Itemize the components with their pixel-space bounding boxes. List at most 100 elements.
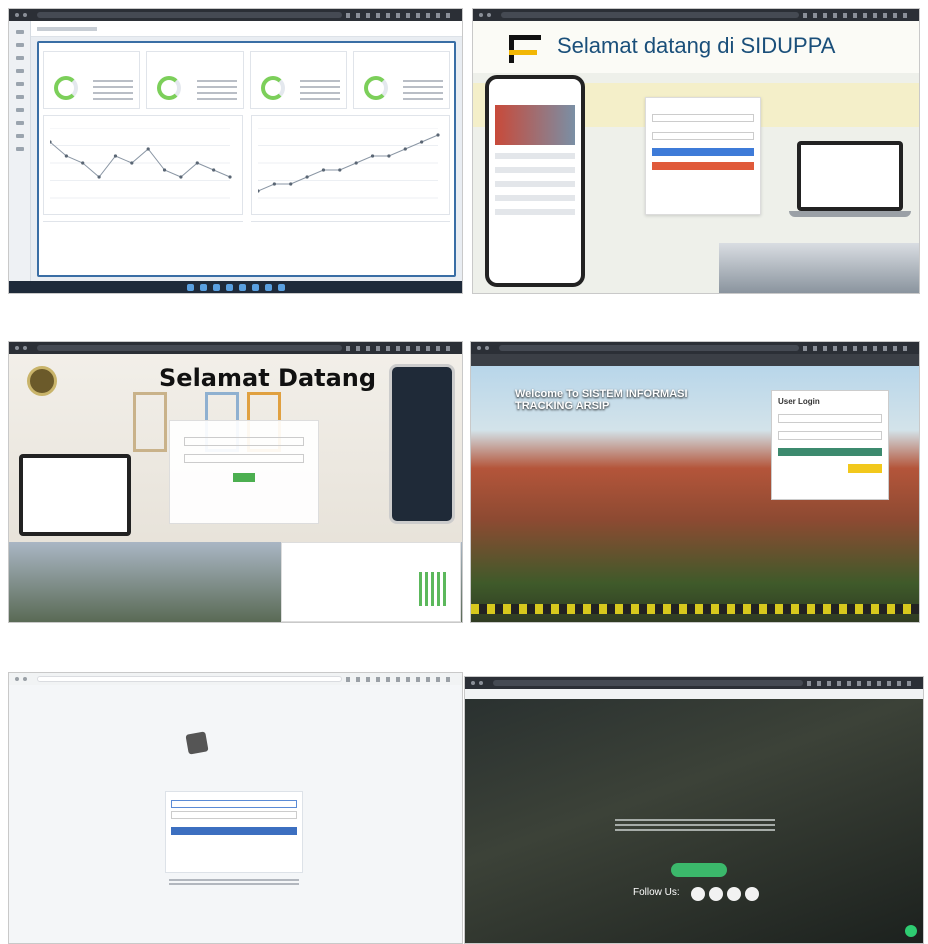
data-point [195,161,199,165]
user-login-box: User Login [771,390,889,500]
selamat-datang-screenshot: Selamat Datang [8,341,463,623]
line-chart-svg [257,128,440,199]
data-point [337,168,341,172]
line-chart-svg [50,128,232,199]
data-point [370,154,374,158]
browser-bar [9,9,462,21]
progress-ring [157,76,182,100]
data-point [304,175,309,179]
password-field[interactable] [652,132,754,140]
taskbar-icon[interactable] [199,283,207,291]
data-point [403,147,407,151]
data-point [272,182,276,186]
menu-icon[interactable] [15,30,24,34]
login-button[interactable] [171,827,297,835]
address-bar[interactable] [499,345,799,351]
taskbar-icon[interactable] [212,283,220,291]
browser-bar [471,342,919,354]
kpi-card [146,51,244,109]
bookmarks-bar [465,689,923,699]
emblem-logo-icon [27,366,57,396]
username-field[interactable] [184,437,304,446]
line-chart-right [250,115,450,215]
data-point [288,182,292,186]
kpi-card [43,51,141,109]
chat-icon[interactable] [905,925,917,937]
kpi-card [249,51,347,109]
login-button[interactable] [652,148,754,156]
tracking-arsip-screenshot: Welcome To SISTEM INFORMASI TRACKING ARS… [470,341,920,623]
address-bar[interactable] [37,12,342,18]
series-line [50,141,231,178]
laptop-mockup [19,454,131,536]
password-field[interactable] [171,811,297,819]
data-point [81,161,85,165]
login-title: User Login [778,397,820,406]
secondary-button[interactable] [652,162,754,170]
data-point [354,161,358,165]
logo-icon [185,731,209,755]
wall-frame [133,392,167,452]
taskbar-icon[interactable] [277,283,285,291]
data-point [162,168,167,172]
sipunda-screenshot: Follow Us: [464,676,924,944]
bar-chart-preview [419,572,449,606]
username-field[interactable] [171,800,297,808]
footer-text [169,879,299,887]
password-field[interactable] [184,454,304,463]
data-point [386,154,391,158]
address-bar[interactable] [37,345,342,351]
twitter-icon[interactable] [709,887,723,901]
progress-ring [54,76,78,100]
browser-bar [9,673,462,685]
top-bar [31,21,462,37]
dashboard-screenshot [8,8,463,294]
address-text [615,819,775,833]
register-button[interactable] [848,464,882,473]
page-title: Selamat datang di SIDUPPA [557,33,836,58]
youtube-icon[interactable] [745,887,759,901]
data-point [64,154,68,158]
username-field[interactable] [778,414,882,423]
page-title: Selamat Datang [159,364,377,392]
taskbar-icon[interactable] [264,283,272,291]
taskbar-icon[interactable] [186,283,194,291]
progress-ring [363,76,388,100]
data-point [419,140,423,144]
data-point [97,175,101,179]
phone-mockup [485,75,585,287]
facebook-icon[interactable] [691,887,705,901]
data-point [113,154,118,158]
app-logo [181,731,291,765]
login-card [169,420,319,524]
siduppa-screenshot: Selamat datang di SIDUPPA [472,8,920,294]
taskbar-icon[interactable] [238,283,246,291]
follow-label: Follow Us: [633,887,680,898]
taskbar-icon[interactable] [251,283,259,291]
instagram-icon[interactable] [727,887,741,901]
laptop-base [789,211,911,217]
login-form [165,791,303,873]
address-bar[interactable] [501,12,799,18]
data-point [146,147,150,151]
taskbar [9,281,462,293]
browser-bar [473,9,919,21]
address-bar[interactable] [37,676,342,682]
taskbar-icon[interactable] [225,283,233,291]
curb-stripes [471,604,919,614]
login-button[interactable] [233,473,255,482]
data-point [212,168,216,172]
building-image [719,243,919,293]
chart-row [43,115,450,215]
siduppa-logo-icon [509,35,541,63]
browser-bar [465,677,923,689]
data-point [435,133,440,137]
register-button[interactable] [671,863,727,877]
username-field[interactable] [652,114,754,122]
login-card [645,97,761,215]
login-button[interactable] [778,448,882,456]
password-field[interactable] [778,431,882,440]
browser-tools [346,12,456,18]
address-bar[interactable] [493,680,803,686]
line-chart-left [43,115,243,215]
